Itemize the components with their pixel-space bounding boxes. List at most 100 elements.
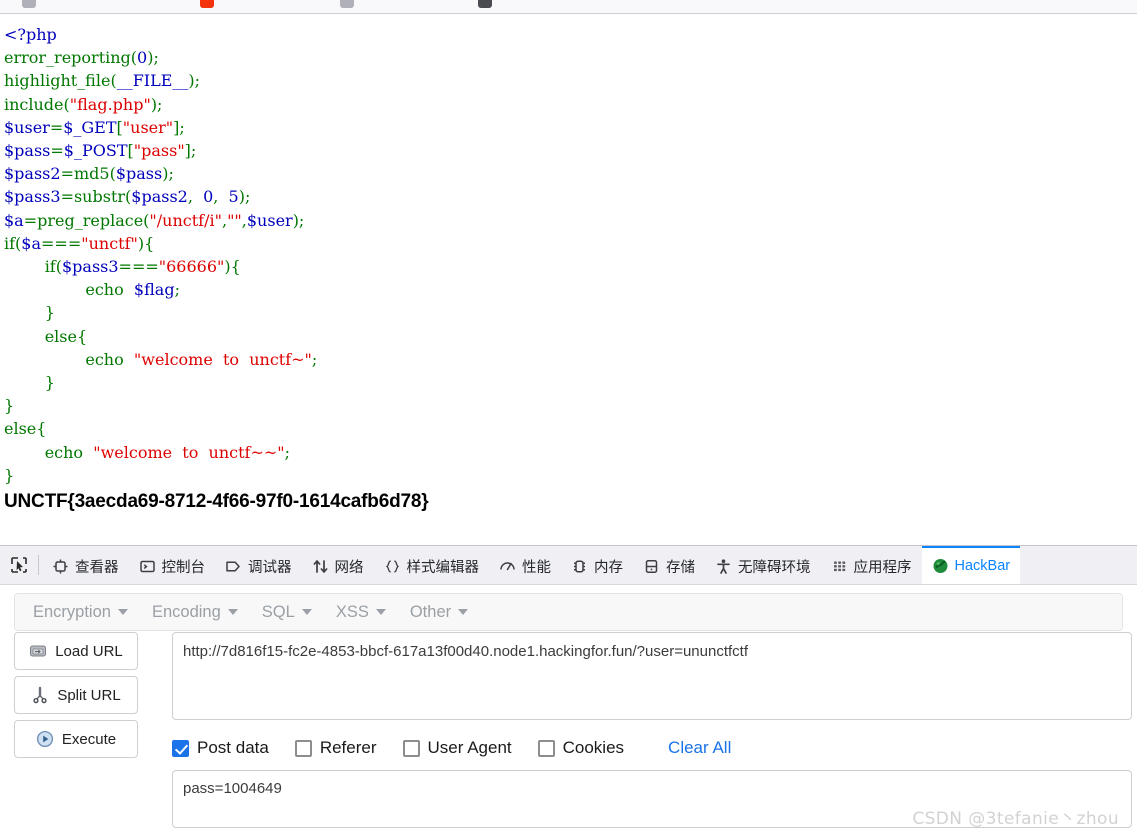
php-token: "flag.php"	[69, 94, 151, 114]
hackbar-menu-sql[interactable]: SQL	[250, 599, 324, 626]
hackbar-button-column: Load URL Split URL Execute	[14, 632, 138, 764]
devtools-toolbar: 查看器 控制台 调试器 网络 样式编辑器 性能 内存 存储 无障碍环境 应用程序 HackBar	[0, 545, 1137, 585]
php-token: "unctf"	[81, 233, 138, 253]
post-data-input[interactable]	[172, 770, 1132, 828]
devtools-tab-label: 应用程序	[853, 559, 912, 576]
devtools-tab-debugger[interactable]: 调试器	[215, 546, 302, 584]
php-token: ,	[213, 187, 229, 207]
hackbar-menu-label: Encryption	[33, 602, 111, 621]
hackbar-panel: Encryption Encoding SQL XSS Other Load URL Sp…	[0, 586, 1137, 837]
devtools-tab-network[interactable]: 网络	[302, 546, 374, 584]
devtools-tab-list: 查看器 控制台 调试器 网络 样式编辑器 性能 内存 存储 无障碍环境 应用程序 HackBar	[42, 546, 1021, 584]
php-token: "welcome to unctf~~"	[93, 442, 285, 462]
devtools-tab-performance[interactable]: 性能	[489, 546, 561, 584]
php-token: }	[4, 373, 55, 393]
bookmark-favicon[interactable]	[478, 0, 492, 8]
php-token: "66666"	[158, 257, 225, 277]
php-token: $_POST	[63, 141, 128, 161]
devtools-tab-memory[interactable]: 内存	[561, 546, 633, 584]
hackbar-menu-encryption[interactable]: Encryption	[21, 599, 140, 626]
devtools-tab-label: HackBar	[954, 558, 1011, 574]
devtools-tab-hackbar[interactable]: HackBar	[921, 546, 1021, 584]
php-token: ){	[137, 233, 155, 253]
devtools-tab-inspector[interactable]: 查看器	[42, 546, 129, 584]
devtools-tab-label: 查看器	[75, 559, 119, 576]
php-token: "pass"	[133, 141, 185, 161]
php-token: if	[4, 257, 56, 277]
checkbox-box[interactable]	[172, 739, 189, 757]
hackbar-menu-xss[interactable]: XSS	[324, 599, 398, 626]
chevron-down-icon	[458, 609, 469, 615]
php-token: $a	[21, 233, 42, 253]
devtools-tab-label: 存储	[666, 559, 695, 576]
bookmark-favicon[interactable]	[340, 0, 354, 8]
checkbox-referer[interactable]: Referer	[294, 738, 377, 758]
devtools-tab-application[interactable]: 应用程序	[821, 546, 922, 584]
devtools-tab-style-editor[interactable]: 样式编辑器	[374, 546, 490, 584]
performance-icon	[499, 558, 516, 575]
execute-button[interactable]: Execute	[14, 720, 138, 758]
php-token: echo	[4, 442, 94, 462]
checkbox-cookies[interactable]: Cookies	[537, 738, 625, 758]
bookmark-favicon[interactable]	[200, 0, 214, 8]
devtools-tab-label: 无障碍环境	[738, 559, 811, 576]
chevron-down-icon	[117, 609, 128, 615]
php-token: else{	[4, 326, 88, 346]
devtools-tab-label: 网络	[334, 559, 364, 576]
php-token: $user	[4, 117, 50, 137]
load-url-icon	[29, 642, 47, 660]
checkbox-box[interactable]	[294, 739, 312, 757]
php-token: ===	[118, 257, 159, 277]
hackbar-button-label: Split URL	[57, 686, 121, 704]
hackbar-button-label: Execute	[61, 730, 117, 748]
url-input[interactable]	[172, 632, 1132, 720]
php-token: }	[4, 396, 15, 416]
php-token: ,	[187, 187, 204, 207]
php-token: substr	[73, 187, 126, 207]
inspector-icon	[52, 558, 69, 575]
hackbar-menu-label: XSS	[335, 602, 369, 621]
checkbox-post-data[interactable]: Post data	[172, 738, 269, 758]
chevron-down-icon	[227, 609, 238, 615]
memory-icon	[571, 558, 588, 575]
load-url-button[interactable]: Load URL	[14, 632, 138, 670]
hackbar-menu-other[interactable]: Other	[398, 599, 480, 626]
php-token: $pass3	[4, 187, 61, 207]
php-token: ];	[173, 117, 185, 137]
php-token: );	[238, 187, 251, 207]
chevron-down-icon	[301, 609, 312, 615]
devtools-tab-accessibility[interactable]: 无障碍环境	[705, 546, 821, 584]
hackbar-menu-encoding[interactable]: Encoding	[140, 599, 250, 626]
devtools-tab-console[interactable]: 控制台	[129, 546, 216, 584]
execute-play-icon	[36, 730, 54, 748]
php-token: ];	[184, 141, 197, 161]
php-token: md5	[73, 164, 110, 184]
php-token: $a	[4, 210, 24, 230]
bookmark-favicon[interactable]	[22, 0, 36, 8]
page-content-area: <?php error_reporting(0); highlight_file…	[0, 15, 1137, 542]
hackbar-options-row: Post data Referer User Agent Cookies Clear A…	[172, 734, 731, 762]
php-token: );	[292, 210, 305, 230]
checkbox-box[interactable]	[537, 739, 555, 757]
php-token: if	[4, 233, 16, 253]
php-token: echo	[4, 280, 134, 300]
split-url-scissors-icon	[31, 686, 49, 704]
devtools-tab-storage[interactable]: 存储	[633, 546, 705, 584]
php-token: 5	[228, 187, 239, 207]
php-token: include	[4, 94, 64, 114]
clear-all-link[interactable]: Clear All	[668, 738, 731, 758]
network-icon	[312, 558, 329, 575]
chevron-down-icon	[375, 609, 386, 615]
checkbox-box[interactable]	[402, 739, 420, 757]
checkbox-user-agent[interactable]: User Agent	[402, 738, 512, 758]
php-token: 0	[137, 48, 148, 68]
hackbar-icon	[932, 558, 949, 575]
element-picker-icon[interactable]	[0, 546, 38, 584]
bookmark-bar[interactable]	[0, 0, 1137, 14]
split-url-button[interactable]: Split URL	[14, 676, 138, 714]
hackbar-menubar: Encryption Encoding SQL XSS Other	[14, 593, 1123, 631]
checkbox-label: Cookies	[562, 738, 625, 757]
application-icon	[831, 558, 848, 575]
storage-icon	[643, 558, 660, 575]
php-token: ;	[311, 349, 318, 369]
